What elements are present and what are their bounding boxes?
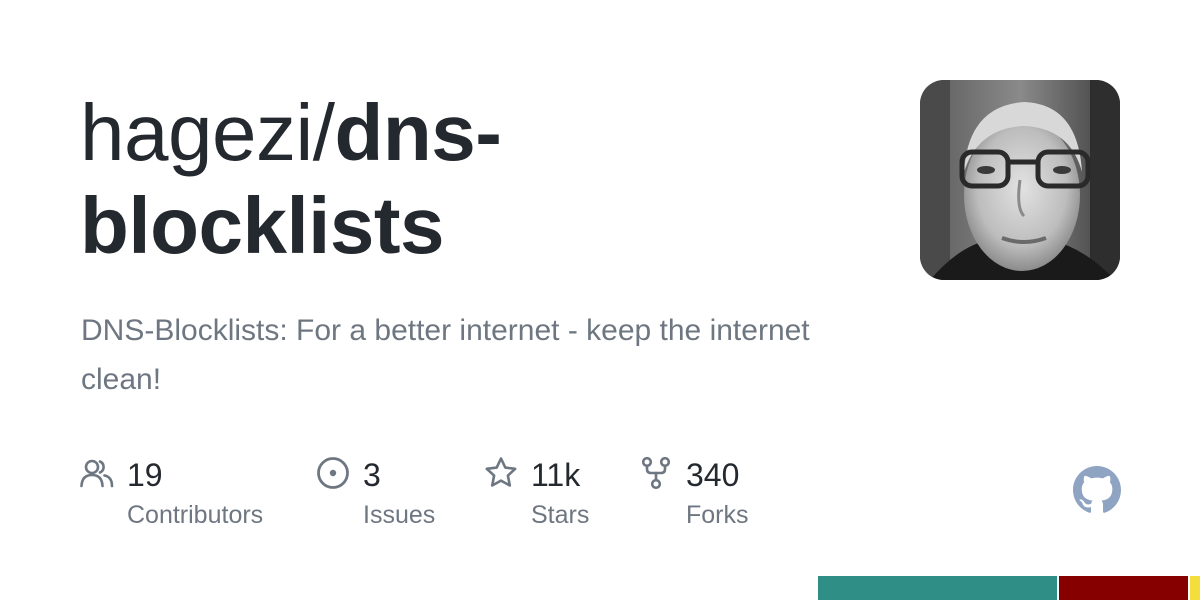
contributors-count: 19 [127, 457, 163, 493]
issues-count: 3 [363, 457, 381, 493]
repo-owner: hagezi/ [80, 88, 335, 177]
owner-avatar[interactable] [920, 80, 1120, 280]
repo-description: DNS-Blocklists: For a better internet - … [81, 314, 810, 396]
star-icon [485, 457, 517, 487]
language-bar-segment [818, 576, 1058, 600]
issues-label: Issues [363, 501, 436, 529]
forks-count: 340 [686, 457, 740, 493]
stars-label: Stars [531, 501, 590, 529]
language-bar-segment [1059, 576, 1189, 600]
issue-circle-icon [317, 457, 349, 489]
forks-label: Forks [686, 501, 749, 529]
github-logo-icon[interactable] [1073, 466, 1121, 514]
fork-icon [641, 456, 671, 490]
stars-count: 11k [531, 457, 581, 493]
repo-title[interactable]: hagezi/dns-blocklists [80, 86, 840, 272]
social-preview-card: hagezi/dns-blocklists DNS-Blocklists: Fo… [0, 0, 1200, 600]
language-bar-segment [1190, 576, 1200, 600]
language-bar [818, 576, 1200, 600]
people-icon [80, 459, 114, 488]
contributors-label: Contributors [127, 501, 264, 529]
avatar-photo [920, 80, 1120, 280]
